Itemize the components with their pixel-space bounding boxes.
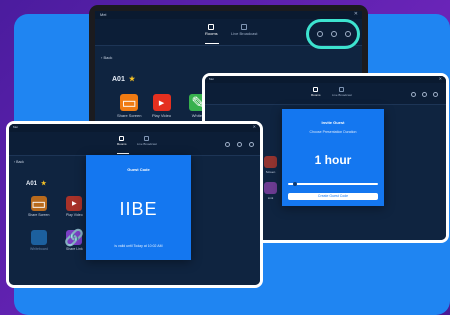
window-title: Mei bbox=[100, 12, 107, 17]
right-titlebar: Mei ✕ bbox=[205, 76, 446, 83]
settings-icon[interactable] bbox=[433, 92, 438, 97]
user-icon[interactable] bbox=[237, 142, 242, 147]
guest-code-dialog: Guest Code IIBE is valid until Today at … bbox=[86, 155, 191, 260]
star-icon[interactable]: ★ bbox=[129, 75, 135, 83]
pen-icon[interactable] bbox=[225, 142, 230, 147]
room-name: A01 bbox=[112, 75, 125, 83]
room-name: A01 bbox=[26, 180, 38, 187]
tile-label: Link bbox=[267, 196, 274, 200]
tab-live-broadcast[interactable]: Live Broadcast bbox=[231, 24, 257, 36]
tile-label: Share Link bbox=[66, 247, 83, 251]
whiteboard-icon bbox=[30, 230, 47, 245]
tab-rooms[interactable]: Rooms bbox=[311, 87, 321, 97]
active-tab-indicator bbox=[117, 153, 129, 154]
create-guest-code-button[interactable]: Create Guest Code bbox=[288, 193, 378, 200]
settings-icon[interactable] bbox=[249, 142, 254, 147]
share-link-icon bbox=[264, 182, 277, 194]
tab-label: Live Broadcast bbox=[231, 31, 258, 36]
code-validity: is valid until Today at 10:02 AM bbox=[114, 244, 163, 248]
rooms-icon bbox=[119, 136, 125, 141]
left-window-frame: Mei ✕ Rooms Live Broadcast ‹ Back A01 ★ bbox=[6, 121, 263, 288]
dialog-title: Invite Guest bbox=[321, 120, 345, 125]
highlight-ring bbox=[306, 19, 360, 49]
tile-label: Screen bbox=[265, 170, 276, 174]
tile-share-screen[interactable]: ▭ Share Screen bbox=[28, 195, 50, 218]
play-video-icon: ▶ bbox=[66, 196, 83, 211]
tile-label: Play Video bbox=[66, 213, 83, 217]
share-screen-icon: ▭ bbox=[120, 94, 139, 112]
dialog-subtitle: Choose Presentation Duration bbox=[309, 130, 357, 134]
tab-label: Rooms bbox=[311, 93, 321, 97]
guest-code-value: IIBE bbox=[119, 199, 158, 219]
user-icon[interactable] bbox=[422, 92, 427, 97]
tile-play-video[interactable]: ▶ Play Video bbox=[66, 196, 83, 217]
room-heading: A01 ★ bbox=[112, 75, 135, 84]
pen-icon[interactable] bbox=[411, 92, 416, 97]
tile-label: Whiteboard bbox=[30, 247, 48, 251]
left-window: Mei ✕ Rooms Live Broadcast ‹ Back A01 ★ bbox=[9, 124, 260, 285]
left-appbar: Rooms Live Broadcast bbox=[9, 132, 260, 156]
back-label: Back bbox=[103, 55, 113, 60]
tile-share-link[interactable]: 🔗 Share Link bbox=[64, 229, 85, 252]
back-link[interactable]: ‹ Back bbox=[101, 55, 112, 60]
tile-play-video[interactable]: ▶ Play Video bbox=[152, 94, 171, 118]
tile-whiteboard[interactable]: Whiteboard bbox=[30, 230, 48, 251]
tab-rooms[interactable]: Rooms bbox=[117, 136, 127, 146]
share-screen-icon bbox=[264, 156, 277, 168]
back-label: Back bbox=[16, 160, 24, 164]
window-title: Mei bbox=[209, 77, 214, 81]
broadcast-icon bbox=[241, 24, 248, 30]
rooms-icon bbox=[313, 87, 319, 92]
tile-label: Play Video bbox=[152, 113, 172, 118]
room-heading: A01 ★ bbox=[26, 180, 46, 188]
right-appbar: Rooms Live Broadcast bbox=[205, 83, 446, 105]
active-tab-indicator bbox=[205, 43, 219, 44]
tab-label: Live Broadcast bbox=[332, 93, 352, 97]
window-title: Mei bbox=[13, 125, 18, 129]
rooms-icon bbox=[208, 24, 215, 30]
close-icon[interactable]: ✕ bbox=[253, 124, 256, 129]
duration-value: 1 hour bbox=[314, 153, 352, 167]
close-icon[interactable]: ✕ bbox=[354, 11, 358, 17]
slider-handle[interactable] bbox=[292, 182, 297, 186]
tab-live-broadcast[interactable]: Live Broadcast bbox=[332, 87, 352, 97]
broadcast-icon bbox=[144, 136, 150, 141]
close-icon[interactable]: ✕ bbox=[439, 76, 442, 81]
dialog-title: Guest Code bbox=[127, 167, 150, 172]
tab-rooms[interactable]: Rooms bbox=[205, 24, 218, 36]
tab-label: Rooms bbox=[117, 142, 127, 146]
share-link-icon: 🔗 bbox=[64, 229, 85, 247]
tile-label: Share Screen bbox=[117, 113, 142, 118]
laptop-titlebar: Mei ✕ bbox=[95, 11, 362, 19]
broadcast-icon bbox=[339, 87, 345, 92]
invite-guest-dialog: Invite Guest Choose Presentation Duratio… bbox=[282, 109, 384, 206]
star-icon[interactable]: ★ bbox=[41, 180, 46, 187]
play-video-icon: ▶ bbox=[152, 94, 171, 111]
tab-label: Live Broadcast bbox=[137, 142, 157, 146]
duration-slider[interactable] bbox=[288, 182, 378, 186]
tile-share-screen[interactable]: ▭ Share Screen bbox=[117, 94, 141, 118]
tile-background-link[interactable]: Link bbox=[264, 182, 277, 200]
tile-label: Share Screen bbox=[28, 213, 50, 217]
tab-label: Rooms bbox=[205, 31, 218, 36]
share-screen-icon: ▭ bbox=[30, 195, 47, 213]
back-link[interactable]: ‹ Back bbox=[14, 160, 24, 164]
tab-live-broadcast[interactable]: Live Broadcast bbox=[137, 136, 157, 146]
left-titlebar: Mei ✕ bbox=[9, 124, 260, 132]
tile-background-screen[interactable]: Screen bbox=[264, 156, 277, 174]
